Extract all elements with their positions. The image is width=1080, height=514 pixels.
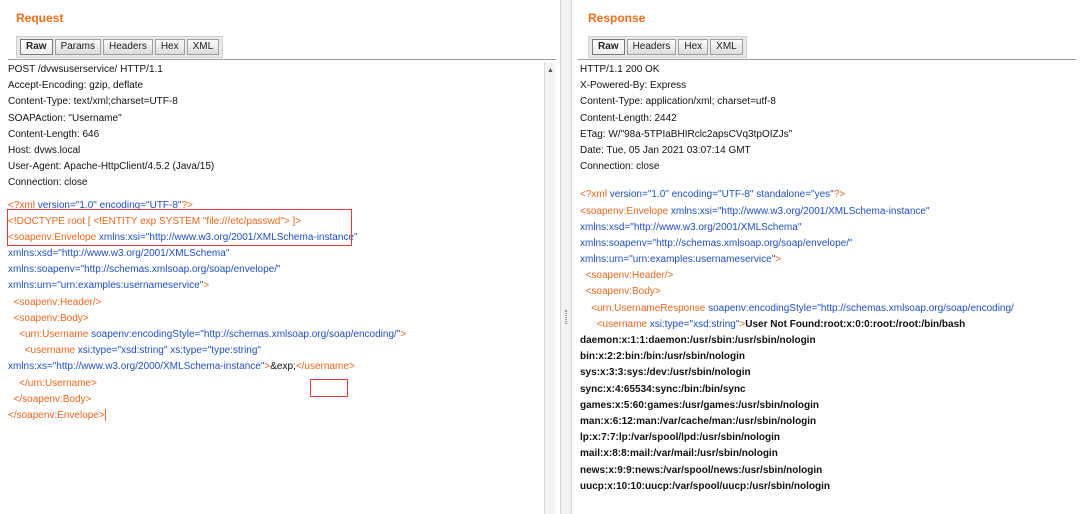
request-pane: Request Raw Params Headers Hex XML POST … [0, 0, 560, 514]
envelope-xsd-attr: xmlns:xsd="http://www.w3.org/2001/XMLSch… [8, 248, 230, 260]
response-tabbar: Raw Headers Hex XML [588, 36, 747, 58]
passwd-line: mail:x:8:8:mail:/var/mail:/usr/sbin/nolo… [580, 448, 778, 460]
envelope-soapenv-attr: xmlns:soapenv="http://schemas.xmlsoap.or… [8, 264, 281, 276]
passwd-line: news:x:9:9:news:/var/spool/news:/usr/sbi… [580, 464, 823, 476]
passwd-line: daemon:x:1:1:daemon:/usr/sbin:/usr/sbin/… [580, 335, 816, 346]
inner-username-entity-line: xmlns:xs="http://www.w3.org/2000/XMLSche… [8, 361, 355, 373]
request-tab-headers[interactable]: Headers [103, 39, 153, 55]
soap-body-close-tag: </soapenv:Body> [8, 393, 92, 405]
request-title: Request [16, 11, 64, 25]
request-header: User-Agent: Apache-HttpClient/4.5.2 (Jav… [8, 161, 215, 173]
passwd-line: bin:x:2:2:bin:/bin:/usr/sbin/nologin [580, 351, 745, 363]
request-scrollbar[interactable]: ▲ [544, 62, 555, 514]
request-header: Content-Length: 646 [8, 128, 100, 140]
request-tabbar: Raw Params Headers Hex XML [16, 36, 224, 58]
response-header: Content-Length: 2442 [580, 112, 677, 124]
request-header: Connection: close [8, 177, 88, 189]
entity-reference: &exp; [270, 361, 296, 373]
response-tab-divider [578, 59, 1076, 60]
request-header: SOAPAction: "Username" [8, 112, 122, 124]
leaked-root-line: <username xsi:type="xsd:string">User Not… [580, 318, 966, 330]
request-header: Host: dvws.local [8, 144, 81, 156]
passwd-line: lp:x:7:7:lp:/var/spool/lpd:/usr/sbin/nol… [580, 432, 780, 444]
text-cursor [104, 409, 106, 422]
passwd-line: sync:x:4:65534:sync:/bin:/bin/sync [580, 383, 746, 395]
soap-body-open-tag: <soapenv:Body> [580, 286, 661, 298]
response-editor[interactable]: HTTP/1.1 200 OK X-Powered-By: Express Co… [580, 62, 1078, 514]
username-close-tag: </urn:Username> [8, 377, 97, 389]
response-header: X-Powered-By: Express [580, 80, 687, 92]
request-tab-raw[interactable]: Raw [20, 39, 53, 55]
response-header: ETag: W/"98a-5TPIaBHIRclc2apsCVq3tpOIZJs… [580, 128, 793, 140]
soap-body-open-tag: <soapenv:Body> [8, 312, 89, 324]
passwd-line: uucp:x:10:10:uucp:/var/spool/uucp:/usr/s… [580, 480, 831, 492]
response-header: Content-Type: application/xml; charset=u… [580, 96, 776, 108]
request-editor[interactable]: POST /dvwsuserservice/ HTTP/1.1 Accept-E… [8, 62, 544, 514]
passwd-line: games:x:5:60:games:/usr/games:/usr/sbin/… [580, 399, 819, 411]
xml-declaration: <?xml version="1.0" encoding="UTF-8" sta… [580, 189, 846, 201]
request-header: Content-Type: text/xml;charset=UTF-8 [8, 96, 178, 108]
username-response-open-tag: <urn:UsernameResponse soapenv:encodingSt… [580, 302, 1014, 314]
envelope-open-tag: <soapenv:Envelope xmlns:xsi="http://www.… [580, 205, 930, 217]
request-tab-params[interactable]: Params [54, 39, 102, 55]
response-tab-hex[interactable]: Hex [678, 39, 709, 55]
response-pane: Response Raw Headers Hex XML HTTP/1.1 20… [572, 0, 1080, 514]
splitter-grip-icon[interactable] [565, 310, 567, 324]
response-tab-headers[interactable]: Headers [626, 39, 677, 55]
passwd-line: sys:x:3:3:sys:/dev:/usr/sbin/nologin [580, 367, 751, 379]
response-header: Date: Tue, 05 Jan 2021 03:07:14 GMT [580, 144, 751, 156]
request-header: Accept-Encoding: gzip, deflate [8, 80, 144, 92]
request-tab-hex[interactable]: Hex [154, 39, 185, 55]
response-tab-raw[interactable]: Raw [592, 39, 625, 55]
response-header: Connection: close [580, 161, 660, 173]
request-line: POST /dvwsuserservice/ HTTP/1.1 [8, 64, 163, 75]
envelope-close-tag: </soapenv:Envelope> [8, 409, 106, 422]
status-line: HTTP/1.1 200 OK [580, 64, 660, 75]
envelope-urn-attr: xmlns:urn="urn:examples:usernameservice"… [580, 254, 782, 266]
username-open-tag: <urn:Username soapenv:encodingStyle="htt… [8, 329, 407, 340]
scroll-up-arrow-icon[interactable]: ▲ [546, 66, 555, 75]
doctype-highlight-box [7, 209, 352, 246]
envelope-soapenv-attr: xmlns:soapenv="http://schemas.xmlsoap.or… [580, 237, 853, 249]
request-tab-xml[interactable]: XML [186, 39, 220, 55]
envelope-xsd-attr: xmlns:xsd="http://www.w3.org/2001/XMLSch… [580, 221, 802, 233]
envelope-urn-attr: xmlns:urn="urn:examples:usernameservice"… [8, 280, 210, 292]
passwd-line: man:x:6:12:man:/var/cache/man:/usr/sbin/… [580, 415, 817, 427]
response-title: Response [588, 11, 646, 25]
entity-highlight-box [310, 379, 348, 397]
request-tab-divider [8, 59, 556, 60]
inner-username-open-tag: <username xsi:type="xsd:string" xs:type=… [8, 345, 261, 357]
soap-header-tag: <soapenv:Header/> [8, 296, 102, 308]
response-tab-xml[interactable]: XML [710, 39, 743, 55]
pane-splitter[interactable] [560, 0, 572, 514]
soap-header-tag: <soapenv:Header/> [580, 270, 674, 282]
